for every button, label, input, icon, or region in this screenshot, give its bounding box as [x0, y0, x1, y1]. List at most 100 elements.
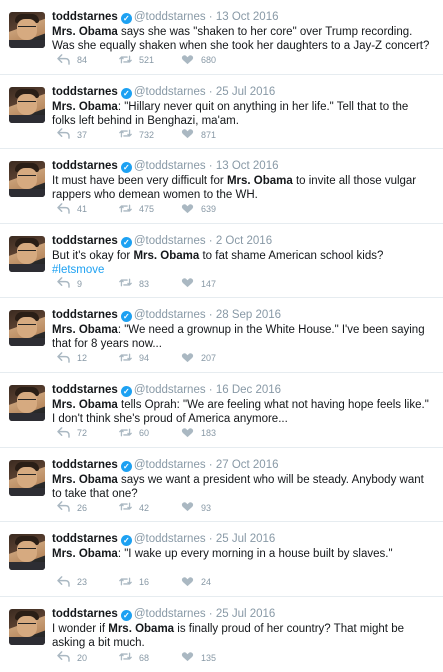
tweet-date[interactable]: 13 Oct 2016 [216, 160, 279, 172]
retweet-button[interactable]: 475 [119, 203, 181, 216]
retweet-button[interactable]: 68 [119, 651, 181, 664]
tweet-item[interactable]: toddstarnes ✓ @toddstarnes · 13 Oct 2016 M… [0, 0, 443, 75]
avatar[interactable] [9, 534, 45, 571]
tweet-date[interactable]: 25 Jul 2016 [216, 608, 275, 620]
avatar[interactable] [9, 384, 45, 421]
author-handle[interactable]: @toddstarnes [134, 160, 206, 172]
retweet-button[interactable]: 83 [119, 277, 181, 290]
author-name[interactable]: toddstarnes [52, 11, 118, 23]
like-button[interactable]: 135 [181, 651, 243, 664]
reply-button[interactable]: 23 [57, 575, 119, 589]
heart-icon [181, 54, 201, 67]
retweet-count: 94 [139, 353, 150, 364]
retweet-button[interactable]: 732 [119, 128, 181, 141]
reply-button[interactable]: 9 [57, 277, 119, 290]
author-handle[interactable]: @toddstarnes [134, 11, 206, 23]
reply-button[interactable]: 20 [57, 651, 119, 664]
author-name[interactable]: toddstarnes [52, 86, 118, 98]
reply-button[interactable]: 37 [57, 128, 119, 141]
author-name[interactable]: toddstarnes [52, 608, 118, 620]
tweet-date[interactable]: 2 Oct 2016 [216, 235, 272, 247]
heart-icon [181, 128, 201, 141]
avatar[interactable] [9, 235, 45, 272]
reply-button[interactable]: 72 [57, 426, 119, 440]
avatar[interactable] [9, 310, 45, 347]
reply-icon [57, 426, 77, 440]
retweet-count: 475 [139, 204, 155, 215]
author-name[interactable]: toddstarnes [52, 160, 118, 172]
reply-count: 20 [77, 652, 88, 663]
tweet-actions: 9 83 147 [57, 277, 243, 290]
reply-count: 12 [77, 353, 88, 364]
tweet-date[interactable]: 27 Oct 2016 [216, 459, 279, 471]
tweet-item[interactable]: toddstarnes ✓ @toddstarnes · 27 Oct 2016 M… [0, 448, 443, 523]
retweet-count: 42 [139, 502, 150, 513]
retweet-button[interactable]: 60 [119, 427, 181, 440]
author-name[interactable]: toddstarnes [52, 459, 118, 471]
like-button[interactable]: 93 [181, 501, 243, 514]
tweet-date[interactable]: 25 Jul 2016 [216, 533, 275, 545]
avatar[interactable] [9, 608, 45, 645]
like-button[interactable]: 207 [181, 352, 243, 365]
avatar[interactable] [9, 12, 45, 48]
hashtag-link[interactable]: #letsmove [52, 264, 104, 276]
like-count: 871 [201, 129, 217, 140]
separator: · [205, 85, 216, 98]
avatar[interactable] [9, 459, 45, 496]
author-handle[interactable]: @toddstarnes [134, 384, 206, 396]
author-handle[interactable]: @toddstarnes [134, 235, 206, 247]
author-name[interactable]: toddstarnes [52, 384, 118, 396]
tweet-date[interactable]: 28 Sep 2016 [216, 309, 281, 321]
tweet-item[interactable]: toddstarnes ✓ @toddstarnes · 16 Dec 2016 M… [0, 373, 443, 448]
verified-badge-icon: ✓ [120, 460, 132, 472]
author-handle[interactable]: @toddstarnes [134, 86, 206, 98]
verified-badge-icon: ✓ [120, 13, 132, 24]
heart-icon [181, 576, 201, 589]
author-name[interactable]: toddstarnes [52, 235, 118, 247]
retweet-button[interactable]: 94 [119, 352, 181, 365]
tweet-date[interactable]: 13 Oct 2016 [216, 11, 279, 23]
reply-icon [57, 53, 77, 67]
reply-button[interactable]: 84 [57, 53, 119, 67]
heart-icon [181, 427, 201, 440]
reply-icon [57, 501, 77, 514]
author-name[interactable]: toddstarnes [52, 533, 118, 545]
reply-count: 26 [77, 502, 88, 513]
retweet-button[interactable]: 42 [119, 501, 181, 514]
author-handle[interactable]: @toddstarnes [134, 309, 206, 321]
avatar[interactable] [9, 161, 45, 198]
like-button[interactable]: 24 [181, 576, 243, 589]
tweet-item[interactable]: toddstarnes ✓ @toddstarnes · 13 Oct 2016 I… [0, 149, 443, 224]
tweet-item[interactable]: toddstarnes ✓ @toddstarnes · 25 Jul 2016 I… [0, 597, 443, 672]
like-button[interactable]: 639 [181, 203, 243, 216]
author-handle[interactable]: @toddstarnes [134, 459, 206, 471]
tweet-date[interactable]: 16 Dec 2016 [216, 384, 281, 396]
tweet-header: toddstarnes ✓ @toddstarnes · 25 Jul 2016 [52, 532, 435, 547]
reply-icon [57, 202, 77, 216]
tweet-actions: 37 732 871 [57, 128, 243, 141]
like-button[interactable]: 680 [181, 54, 243, 67]
tweet-item[interactable]: toddstarnes ✓ @toddstarnes · 2 Oct 2016 Bu… [0, 224, 443, 299]
author-name[interactable]: toddstarnes [52, 309, 118, 321]
tweet-text-segment: to fat shame American school kids? [199, 249, 384, 262]
retweet-icon [119, 128, 139, 141]
tweet-date[interactable]: 25 Jul 2016 [216, 86, 275, 98]
heart-icon [181, 277, 201, 290]
like-button[interactable]: 147 [181, 277, 243, 290]
reply-button[interactable]: 41 [57, 202, 119, 216]
author-handle[interactable]: @toddstarnes [134, 608, 206, 620]
like-button[interactable]: 871 [181, 128, 243, 141]
like-button[interactable]: 183 [181, 427, 243, 440]
retweet-button[interactable]: 16 [119, 576, 181, 589]
author-handle[interactable]: @toddstarnes [134, 533, 206, 545]
reply-button[interactable]: 12 [57, 352, 119, 365]
tweet-item[interactable]: toddstarnes ✓ @toddstarnes · 25 Jul 2016 M… [0, 75, 443, 150]
reply-button[interactable]: 26 [57, 501, 119, 514]
highlighted-term: Mrs. Obama [52, 324, 118, 337]
tweet-item[interactable]: toddstarnes ✓ @toddstarnes · 25 Jul 2016 M… [0, 522, 443, 597]
highlighted-term: Mrs. Obama [52, 26, 118, 38]
retweet-button[interactable]: 521 [119, 54, 181, 67]
tweet-item[interactable]: toddstarnes ✓ @toddstarnes · 28 Sep 2016 M… [0, 298, 443, 373]
avatar[interactable] [9, 86, 45, 123]
tweet-header: toddstarnes ✓ @toddstarnes · 13 Oct 2016 [52, 10, 435, 24]
